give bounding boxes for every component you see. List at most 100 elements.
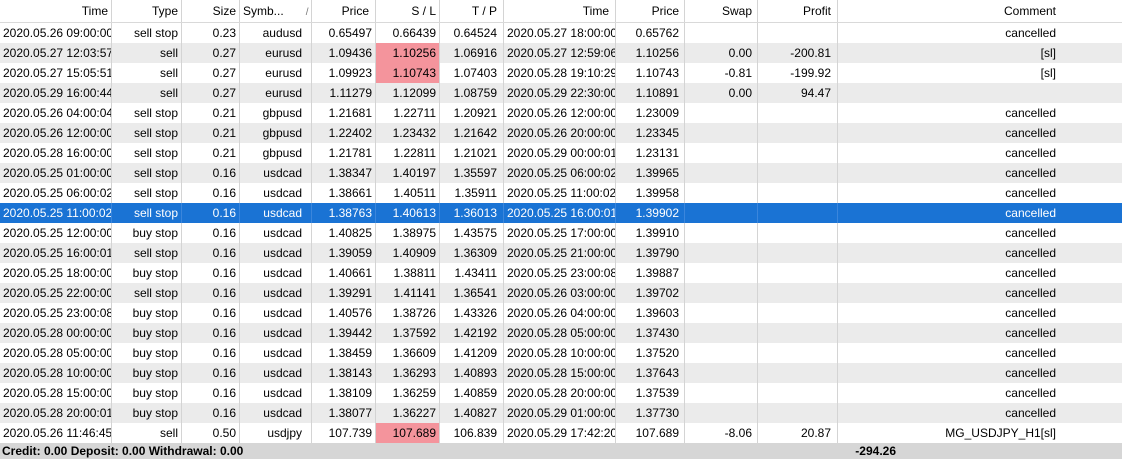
cell-swap (685, 23, 758, 43)
cell-close-price: 1.39702 (616, 283, 685, 303)
table-row[interactable]: 2020.05.25 18:00:00 buy stop 0.16 usdcad 1.4… (0, 263, 1122, 283)
table-body: 2020.05.26 09:00:00 sell stop 0.23 audusd 0.… (0, 23, 1122, 443)
cell-size: 0.16 (182, 383, 240, 403)
cell-close-time: 2020.05.28 19:10:29 (504, 63, 616, 83)
cell-profit (758, 343, 838, 363)
table-row[interactable]: 2020.05.25 01:00:00 sell stop 0.16 usdcad 1.… (0, 163, 1122, 183)
cell-close-time: 2020.05.26 12:00:00 (504, 103, 616, 123)
table-row[interactable]: 2020.05.26 04:00:04 sell stop 0.21 gbpusd 1.… (0, 103, 1122, 123)
table-row[interactable]: 2020.05.28 10:00:00 buy stop 0.16 usdcad 1.3… (0, 363, 1122, 383)
column-header-price[interactable]: Price (312, 0, 376, 22)
column-header-symbol[interactable]: Symb... / (240, 0, 312, 22)
cell-open-time: 2020.05.25 06:00:02 (0, 183, 112, 203)
cell-open-time: 2020.05.27 12:03:57 (0, 43, 112, 63)
table-row[interactable]: 2020.05.28 20:00:01 buy stop 0.16 usdcad 1.3… (0, 403, 1122, 423)
column-header-swap[interactable]: Swap (685, 0, 758, 22)
cell-tp: 1.21021 (440, 143, 504, 163)
cell-close-time: 2020.05.28 05:00:00 (504, 323, 616, 343)
column-header-profit[interactable]: Profit (758, 0, 838, 22)
table-row[interactable]: 2020.05.26 11:46:45 sell 0.50 usdjpy 107.739… (0, 423, 1122, 443)
table-row[interactable]: 2020.05.29 16:00:44 sell 0.27 eurusd 1.11279… (0, 83, 1122, 103)
cell-comment: cancelled (1005, 206, 1056, 220)
cell-tp: 1.06916 (440, 43, 504, 63)
cell-symbol: usdcad (240, 223, 312, 243)
cell-open-time: 2020.05.25 01:00:00 (0, 163, 112, 183)
cell-close-time: 2020.05.28 15:00:00 (504, 363, 616, 383)
sort-indicator-icon: / (305, 7, 309, 18)
cell-sl: 1.22711 (376, 103, 440, 123)
table-row[interactable]: 2020.05.26 09:00:00 sell stop 0.23 audusd 0.… (0, 23, 1122, 43)
cell-price: 1.38347 (312, 163, 376, 183)
cell-comment: cancelled (1005, 246, 1056, 260)
cell-tp: 1.20921 (440, 103, 504, 123)
cell-open-time: 2020.05.29 16:00:44 (0, 83, 112, 103)
cell-type: sell (112, 83, 182, 103)
column-header-sl[interactable]: S / L (376, 0, 440, 22)
cell-sl: 1.40511 (376, 183, 440, 203)
cell-tp: 1.36541 (440, 283, 504, 303)
table-row[interactable]: 2020.05.25 11:00:02 sell stop 0.16 usdcad 1.… (0, 203, 1122, 223)
cell-symbol: usdcad (240, 243, 312, 263)
cell-comment: cancelled (1005, 26, 1056, 40)
cell-close-price: 1.37730 (616, 403, 685, 423)
cell-profit: -200.81 (758, 43, 838, 63)
column-header-type[interactable]: Type (112, 0, 182, 22)
table-row[interactable]: 2020.05.27 15:05:51 sell 0.27 eurusd 1.09923… (0, 63, 1122, 83)
cell-comment (838, 83, 1062, 103)
cell-tp: 1.40893 (440, 363, 504, 383)
cell-swap: -0.81 (685, 63, 758, 83)
cell-type: buy stop (112, 223, 182, 243)
cell-price: 1.38109 (312, 383, 376, 403)
cell-price: 1.21681 (312, 103, 376, 123)
cell-tp: 1.40859 (440, 383, 504, 403)
cell-size: 0.16 (182, 183, 240, 203)
column-header-close-time[interactable]: Time (504, 0, 616, 22)
cell-tp: 1.35597 (440, 163, 504, 183)
column-header-time[interactable]: Time (0, 0, 112, 22)
cell-symbol: eurusd (240, 83, 312, 103)
cell-tp: 106.839 (440, 423, 504, 443)
cell-tp: 0.64524 (440, 23, 504, 43)
cell-profit (758, 123, 838, 143)
cell-type: buy stop (112, 303, 182, 323)
cell-close-price: 107.689 (616, 423, 685, 443)
cell-close-time: 2020.05.29 01:00:00 (504, 403, 616, 423)
column-header-close-price[interactable]: Price (616, 0, 685, 22)
cell-symbol: usdcad (240, 203, 312, 223)
cell-close-time: 2020.05.27 12:59:06 (504, 43, 616, 63)
column-header-tp[interactable]: T / P (440, 0, 504, 22)
cell-size: 0.16 (182, 303, 240, 323)
cell-close-time: 2020.05.27 18:00:00 (504, 23, 616, 43)
cell-close-price: 1.37643 (616, 363, 685, 383)
cell-open-time: 2020.05.28 00:00:00 (0, 323, 112, 343)
table-row[interactable]: 2020.05.28 15:00:00 buy stop 0.16 usdcad 1.3… (0, 383, 1122, 403)
cell-swap (685, 263, 758, 283)
table-row[interactable]: 2020.05.27 12:03:57 sell 0.27 eurusd 1.09436… (0, 43, 1122, 63)
cell-open-time: 2020.05.25 16:00:01 (0, 243, 112, 263)
table-row[interactable]: 2020.05.28 05:00:00 buy stop 0.16 usdcad 1.3… (0, 343, 1122, 363)
cell-symbol: gbpusd (240, 143, 312, 163)
cell-sl: 1.36609 (376, 343, 440, 363)
cell-comment: cancelled (1005, 226, 1056, 240)
cell-sl: 1.22811 (376, 143, 440, 163)
cell-tp: 1.40827 (440, 403, 504, 423)
cell-type: sell stop (112, 143, 182, 163)
table-row[interactable]: 2020.05.25 23:00:08 buy stop 0.16 usdcad 1.4… (0, 303, 1122, 323)
table-row[interactable]: 2020.05.26 12:00:00 sell stop 0.21 gbpusd 1.… (0, 123, 1122, 143)
table-row[interactable]: 2020.05.28 16:00:00 sell stop 0.21 gbpusd 1.… (0, 143, 1122, 163)
cell-sl: 1.40909 (376, 243, 440, 263)
cell-sl: 1.38811 (376, 263, 440, 283)
table-row[interactable]: 2020.05.25 16:00:01 sell stop 0.16 usdcad 1.… (0, 243, 1122, 263)
table-row[interactable]: 2020.05.28 00:00:00 buy stop 0.16 usdcad 1.3… (0, 323, 1122, 343)
cell-comment: cancelled (1005, 266, 1056, 280)
cell-symbol: usdjpy (240, 423, 312, 443)
table-row[interactable]: 2020.05.25 12:00:00 buy stop 0.16 usdcad 1.4… (0, 223, 1122, 243)
cell-profit: 20.87 (758, 423, 838, 443)
column-header-size[interactable]: Size (182, 0, 240, 22)
cell-swap (685, 143, 758, 163)
column-header-comment[interactable]: Comment (838, 0, 1062, 22)
cell-open-time: 2020.05.25 23:00:08 (0, 303, 112, 323)
cell-sl: 1.41141 (376, 283, 440, 303)
table-row[interactable]: 2020.05.25 22:00:00 sell stop 0.16 usdcad 1.… (0, 283, 1122, 303)
table-row[interactable]: 2020.05.25 06:00:02 sell stop 0.16 usdcad 1.… (0, 183, 1122, 203)
